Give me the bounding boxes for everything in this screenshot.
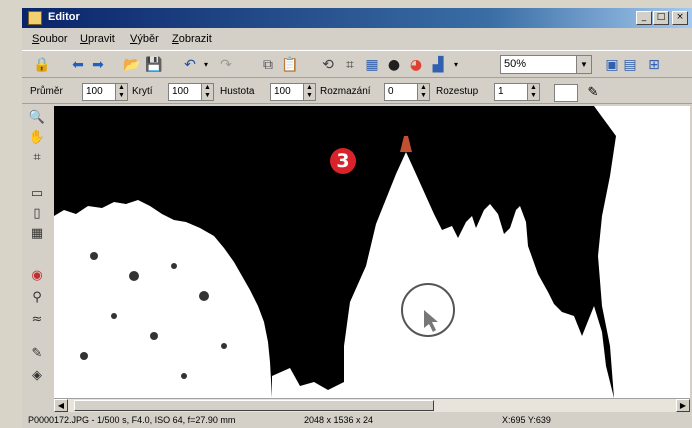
maximize-icon[interactable]: □ (653, 11, 669, 25)
diameter-label: Průměr (30, 86, 63, 97)
status-bar: P0000172.JPG - 1/500 s, F4.0, ISO 64, f=… (22, 413, 692, 428)
copy-icon[interactable]: ⧉ (258, 55, 278, 75)
select-grid-tool-icon[interactable]: ▦ (27, 224, 47, 244)
close-icon[interactable]: × (672, 11, 688, 25)
fullscreen-icon[interactable]: ⊞ (644, 55, 664, 75)
opacity-input[interactable]: 100 ▲ ▼ (168, 83, 214, 101)
sharpen-icon[interactable]: ● (384, 55, 404, 75)
density-input[interactable]: 100 ▲ ▼ (270, 83, 316, 101)
zoom-value: 50% (504, 58, 527, 70)
smudge-tool-icon[interactable]: ≈ (27, 310, 47, 330)
zoom-tool-icon[interactable]: 🔍 (27, 108, 47, 128)
stamp-tool-icon[interactable]: ⚲ (27, 288, 47, 308)
fit-window-icon[interactable]: ▣ (602, 55, 622, 75)
density-label: Hustota (220, 86, 255, 97)
hand-tool-icon[interactable]: ✋ (27, 128, 47, 148)
crop-icon[interactable]: ⌗ (340, 55, 360, 75)
forward-arrow-icon[interactable]: ➡ (88, 55, 108, 75)
status-coordinates: X:695 Y:639 (502, 415, 551, 425)
density-value: 100 (274, 86, 291, 97)
fill-tool-icon[interactable]: ◈ (27, 366, 47, 386)
blur-label: Rozmazání (320, 86, 371, 97)
opacity-label: Krytí (132, 86, 153, 97)
title-bar: Editor _ □ × (22, 8, 692, 28)
actual-size-icon[interactable]: ▤ (620, 55, 640, 75)
spinner-arrows-icon[interactable]: ▲ ▼ (201, 84, 213, 100)
editor-window: Editor _ □ × Soubor Upravit Výběr Zobraz… (22, 8, 692, 428)
horizontal-scrollbar[interactable]: ◀ ▶ (54, 398, 690, 412)
brush-options-bar: Průměr 100 ▲ ▼ Krytí 100 ▲ ▼ Hustota 100 ▲… (22, 80, 692, 104)
brush-color-swatch[interactable] (554, 84, 578, 102)
spacing-value: 1 (498, 86, 504, 97)
spinner-arrows-icon[interactable]: ▲ ▼ (303, 84, 315, 100)
spacing-label: Rozestup (436, 86, 479, 97)
menu-bar: Soubor Upravit Výběr Zobrazit (22, 30, 692, 48)
save-icon[interactable]: 💾 (144, 55, 164, 75)
window-title: Editor (48, 11, 80, 23)
brush-tool-icon[interactable]: ✎ (27, 344, 47, 364)
app-icon (28, 11, 42, 25)
main-toolbar: 🔒 ⬅ ➡ 📂 💾 ↶ ▾ ↷ ⧉ 📋 ⟲ ⌗ ▦ ● ◕ ▟ ▾ 50% ▼ … (22, 50, 692, 78)
histogram-icon[interactable]: ▟ (428, 55, 448, 75)
chevron-down-icon[interactable]: ▼ (576, 56, 591, 73)
image-canvas[interactable] (54, 106, 690, 398)
crop-tool-icon[interactable]: ⌗ (27, 148, 47, 168)
paste-icon[interactable]: 📋 (280, 55, 300, 75)
scroll-left-icon[interactable]: ◀ (54, 399, 68, 412)
color-balance-icon[interactable]: ◕ (406, 55, 426, 75)
status-file-info: P0000172.JPG - 1/500 s, F4.0, ISO 64, f=… (28, 415, 236, 425)
blur-value: 0 (388, 86, 394, 97)
red-eye-tool-icon[interactable]: ◉ (27, 266, 47, 286)
blur-input[interactable]: 0 ▲ ▼ (384, 83, 430, 101)
transform-icon[interactable]: ⟲ (318, 55, 338, 75)
select-rect-tool-icon[interactable]: ▭ (27, 184, 47, 204)
callout-number-badge: 3 (330, 148, 356, 174)
menu-zobrazit[interactable]: Zobrazit (172, 33, 212, 45)
diameter-input[interactable]: 100 ▲ ▼ (82, 83, 128, 101)
undo-dropdown-icon[interactable]: ▾ (196, 55, 216, 75)
scroll-thumb[interactable] (74, 400, 434, 411)
eyedropper-icon[interactable]: ✎ (584, 82, 602, 102)
spinner-arrows-icon[interactable]: ▲ ▼ (417, 84, 429, 100)
minimize-icon[interactable]: _ (636, 11, 652, 25)
open-folder-icon[interactable]: 📂 (122, 55, 142, 75)
scroll-right-icon[interactable]: ▶ (676, 399, 690, 412)
spinner-arrows-icon[interactable]: ▲ ▼ (527, 84, 539, 100)
spinner-arrows-icon[interactable]: ▲ ▼ (115, 84, 127, 100)
diameter-value: 100 (86, 86, 103, 97)
histogram-dropdown-icon[interactable]: ▾ (446, 55, 466, 75)
menu-upravit[interactable]: Upravit (80, 33, 115, 45)
select-vert-tool-icon[interactable]: ▯ (27, 204, 47, 224)
tool-palette: 🔍 ✋ ⌗ ▭ ▯ ▦ ◉ ⚲ ≈ ✎ ◈ (22, 106, 52, 396)
canvas-image (54, 106, 690, 398)
levels-icon[interactable]: ▦ (362, 55, 382, 75)
back-arrow-icon[interactable]: ⬅ (68, 55, 88, 75)
zoom-select[interactable]: 50% ▼ (500, 55, 592, 74)
lock-icon[interactable]: 🔒 (32, 55, 52, 75)
menu-vyber[interactable]: Výběr (130, 33, 159, 45)
opacity-value: 100 (172, 86, 189, 97)
redo-icon[interactable]: ↷ (216, 55, 236, 75)
spacing-input[interactable]: 1 ▲ ▼ (494, 83, 540, 101)
menu-soubor[interactable]: Soubor (32, 33, 67, 45)
status-dimensions: 2048 x 1536 x 24 (304, 415, 374, 425)
